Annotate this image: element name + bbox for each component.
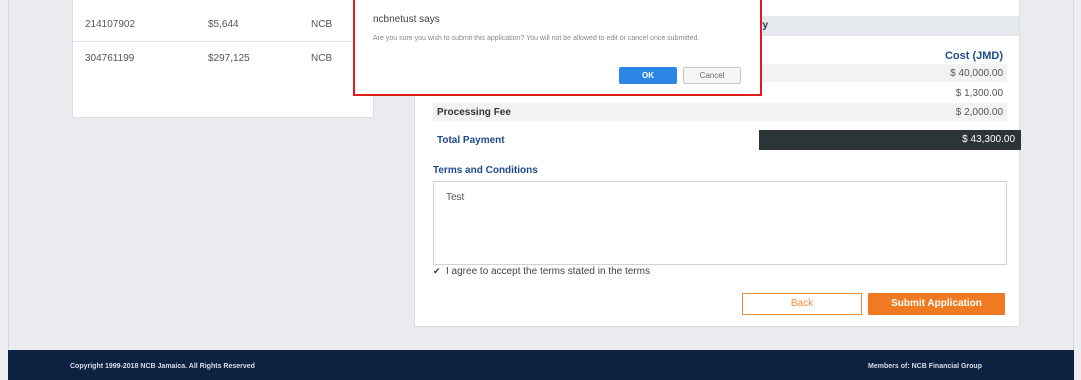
fee-amount: $ 40,000.00 xyxy=(950,68,1003,79)
dialog-title: ncbnetust says xyxy=(373,14,440,25)
table-row[interactable]: 304761199 $297,125 NCB xyxy=(73,42,373,76)
terms-textarea[interactable]: Test xyxy=(433,181,1007,265)
fee-amount: $ 2,000.00 xyxy=(955,107,1003,118)
footer-members: Members of: NCB Financial Group xyxy=(868,363,982,370)
account-number: 214107902 xyxy=(85,19,136,30)
fee-amount: $ 1,300.00 xyxy=(955,88,1003,99)
account-number: 304761199 xyxy=(85,53,135,64)
account-bank: NCB xyxy=(311,53,333,64)
total-payment-label: Total Payment xyxy=(437,135,505,146)
fee-label: Processing Fee xyxy=(437,107,511,118)
account-amount: $5,644 xyxy=(208,19,239,30)
back-button[interactable]: Back xyxy=(742,293,862,315)
agree-terms-label: I agree to accept the terms stated in th… xyxy=(446,266,650,277)
table-row[interactable]: 214107902 $5,644 NCB xyxy=(73,8,373,42)
account-bank: NCB xyxy=(311,19,333,30)
footer: Copyright 1999-2018 NCB Jamaica. All Rig… xyxy=(8,350,1074,380)
footer-copyright: Copyright 1999-2018 NCB Jamaica. All Rig… xyxy=(70,363,255,370)
account-amount: $297,125 xyxy=(208,53,250,64)
dialog-cancel-button[interactable]: Cancel xyxy=(683,67,741,84)
confirm-dialog: ncbnetust says Are you sure you wish to … xyxy=(353,0,762,96)
cost-column-header: Cost (JMD) xyxy=(944,50,1003,62)
accounts-card: 214107902 $5,644 NCB 304761199 $297,125 … xyxy=(72,0,374,118)
agree-checkbox[interactable]: ✔ xyxy=(433,266,442,277)
total-payment-row: Total Payment $ 43,300.00 xyxy=(433,130,1021,150)
terms-title: Terms and Conditions xyxy=(433,165,538,176)
fee-row: Processing Fee $ 2,000.00 xyxy=(433,103,1007,121)
agree-terms-row[interactable]: ✔ I agree to accept the terms stated in t… xyxy=(433,266,650,277)
total-payment-amount-box: $ 43,300.00 xyxy=(759,130,1021,150)
dialog-ok-button[interactable]: OK xyxy=(619,67,677,84)
dialog-message: Are you sure you wish to submit this app… xyxy=(373,35,700,42)
submit-application-button[interactable]: Submit Application xyxy=(868,293,1005,315)
total-payment-amount: $ 43,300.00 xyxy=(962,134,1015,145)
